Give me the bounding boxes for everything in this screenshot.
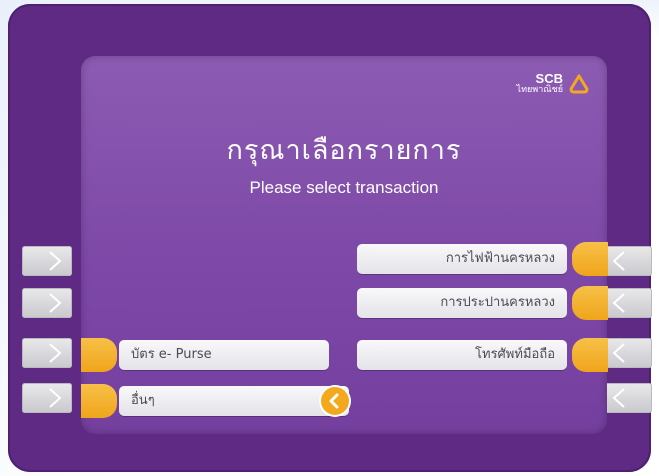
option-electricity[interactable]: การไฟฟ้านครหลวง xyxy=(357,244,567,274)
left-side-key-1[interactable] xyxy=(22,246,72,276)
scb-logo: SCB ไทยพาณิชย์ xyxy=(517,72,589,95)
option-mobile[interactable]: โทรศัพท์มือถือ xyxy=(357,340,567,370)
option-water-tab[interactable] xyxy=(572,286,608,320)
right-side-key-3[interactable] xyxy=(602,338,652,368)
scb-logo-icon xyxy=(569,74,589,94)
option-others-tab[interactable] xyxy=(81,384,117,418)
back-arrow-icon[interactable] xyxy=(321,387,349,415)
chevron-left-icon xyxy=(612,251,625,271)
chevron-right-icon xyxy=(49,251,62,271)
right-side-key-4[interactable] xyxy=(602,383,652,413)
option-water[interactable]: การประปานครหลวง xyxy=(357,288,567,318)
chevron-left-icon xyxy=(612,293,625,313)
chevron-left-icon xyxy=(612,343,625,363)
page-title-english: Please select transaction xyxy=(249,178,439,197)
logo-thai-text: ไทยพาณิชย์ xyxy=(516,84,563,95)
right-side-key-2[interactable] xyxy=(602,288,652,318)
option-others[interactable]: อื่นๆ xyxy=(119,386,349,416)
left-side-key-4[interactable] xyxy=(22,383,72,413)
option-epurse-tab[interactable] xyxy=(81,338,117,372)
logo-scb-text: SCB xyxy=(535,71,563,86)
chevron-left-icon xyxy=(612,388,625,408)
chevron-right-icon xyxy=(49,388,62,408)
option-epurse[interactable]: บัตร e- Purse xyxy=(119,340,329,370)
left-side-key-3[interactable] xyxy=(22,338,72,368)
option-electricity-tab[interactable] xyxy=(572,242,608,276)
atm-bezel: SCB ไทยพาณิชย์ กรุณาเลือกรายการ Please s… xyxy=(8,4,652,472)
chevron-right-icon xyxy=(49,343,62,363)
page-title-thai: กรุณาเลือกรายการ xyxy=(226,135,462,166)
right-side-key-1[interactable] xyxy=(602,246,652,276)
left-side-key-2[interactable] xyxy=(22,288,72,318)
atm-screen: SCB ไทยพาณิชย์ กรุณาเลือกรายการ Please s… xyxy=(81,56,608,434)
option-mobile-tab[interactable] xyxy=(572,338,608,372)
chevron-right-icon xyxy=(49,293,62,313)
